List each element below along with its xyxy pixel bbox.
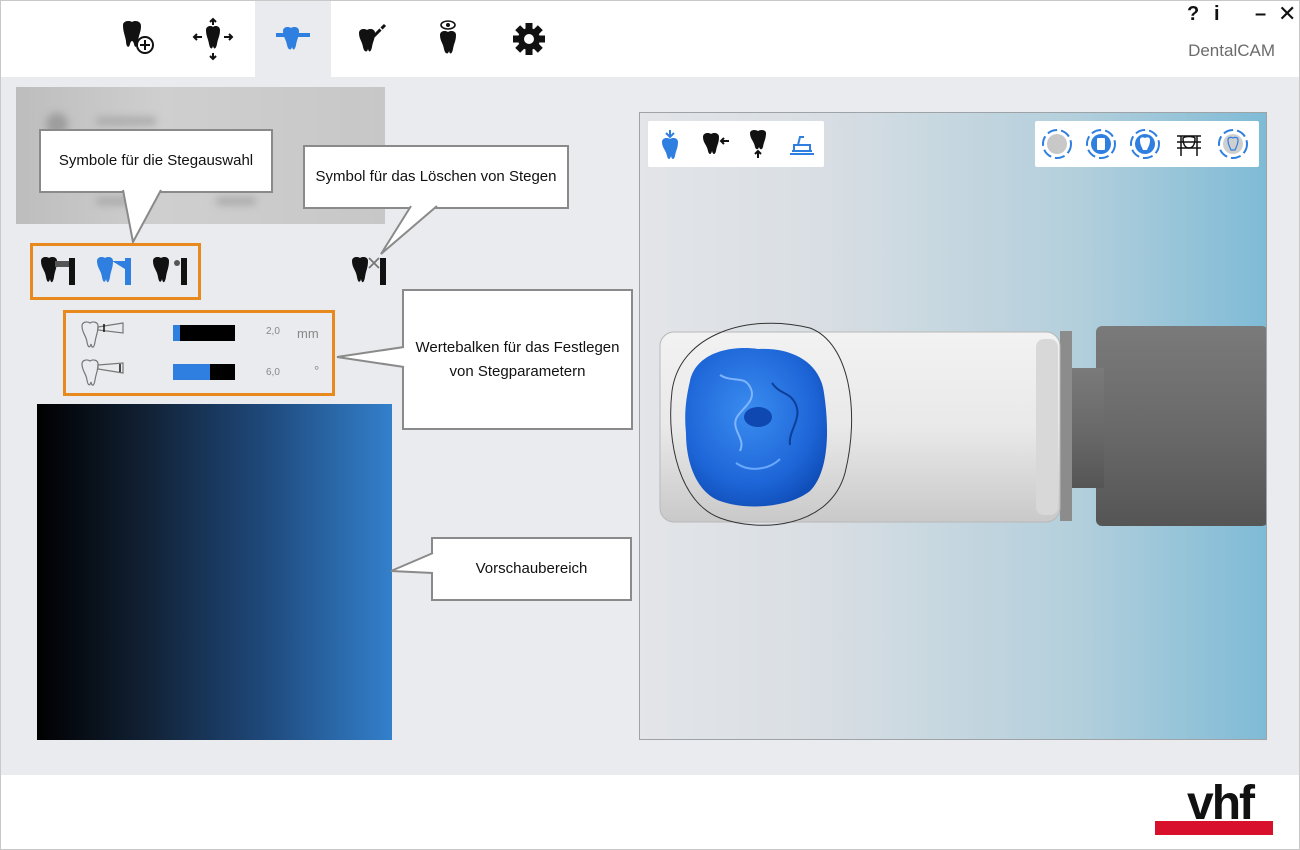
help-button[interactable]: ?: [1187, 3, 1199, 26]
tab-position[interactable]: [175, 1, 251, 77]
main-toolbar: ? i – ✕ DentalCAM: [1, 1, 1299, 77]
preview-area: [37, 404, 392, 740]
diameter-unit: mm: [297, 326, 319, 341]
tab-tooth-tools[interactable]: [333, 1, 409, 77]
tab-bridges[interactable]: [255, 1, 331, 77]
angle-unit: °: [314, 363, 320, 378]
crown-restoration: [685, 348, 828, 507]
tooth-tool-icon: [359, 23, 387, 52]
callout-preview-tail: [390, 552, 436, 574]
close-button[interactable]: ✕: [1278, 1, 1296, 27]
callout-value-bars: Wertebalken für das Festlegen von Stegpa…: [402, 289, 633, 430]
vhf-logo: vhf: [1155, 779, 1273, 835]
callout-value-bars-text: Wertebalken für das Festlegen von Stegpa…: [415, 338, 620, 380]
diameter-value: 2,0: [266, 326, 280, 337]
app-title: DentalCAM: [1188, 41, 1275, 60]
bridge-type-3-icon[interactable]: [151, 255, 191, 289]
diameter-slider-fill: [173, 325, 181, 341]
tab-tooth-view[interactable]: [411, 1, 487, 77]
bridge-type-2-icon[interactable]: [95, 255, 135, 289]
callout-bridge-select-text: Symbole für die Stegauswahl: [58, 152, 254, 169]
3d-viewport[interactable]: [639, 112, 1267, 740]
tooth-plus-icon: [123, 21, 154, 54]
3d-scene: [659, 322, 1266, 526]
gear-icon: [513, 23, 545, 55]
dentalcam-window: ? i – ✕ DentalCAM Symbole für die Stegau…: [0, 0, 1300, 850]
diameter-slider[interactable]: [173, 325, 235, 341]
angle-slider-fill: [173, 364, 211, 380]
callout-bridge-select: Symbole für die Stegauswahl: [39, 129, 273, 193]
tooth-bridge-icon: [276, 27, 310, 50]
callout-preview: Vorschaubereich: [431, 537, 632, 601]
callout-preview-text: Vorschaubereich: [475, 560, 588, 577]
angle-slider[interactable]: [173, 364, 235, 380]
tooth-move-icon: [192, 17, 234, 61]
delete-bridge-icon[interactable]: [350, 255, 390, 289]
svg-text:vhf: vhf: [1187, 779, 1256, 830]
callout-bridge-select-tail: [122, 187, 162, 245]
callout-value-bars-tail: [336, 346, 407, 368]
callout-bridge-delete-text: Symbol für das Löschen von Stegen: [315, 168, 557, 185]
workspace: Symbole für die Stegauswahl Symbol für d…: [1, 77, 1299, 775]
tab-tooth-job[interactable]: [99, 1, 175, 77]
angle-value: 6,0: [266, 367, 280, 378]
info-button[interactable]: i: [1214, 3, 1220, 26]
bridge-type-1-icon[interactable]: [39, 255, 79, 289]
tooth-eye-icon: [440, 20, 456, 54]
tab-settings[interactable]: [491, 1, 567, 77]
bridge-angle-icon: [81, 359, 124, 386]
minimize-button[interactable]: –: [1255, 3, 1266, 26]
callout-bridge-delete: Symbol für das Löschen von Stegen: [303, 145, 569, 209]
milling-holder: [1060, 326, 1266, 526]
bridge-diameter-icon: [81, 321, 124, 348]
footer: vhf: [1, 775, 1299, 849]
